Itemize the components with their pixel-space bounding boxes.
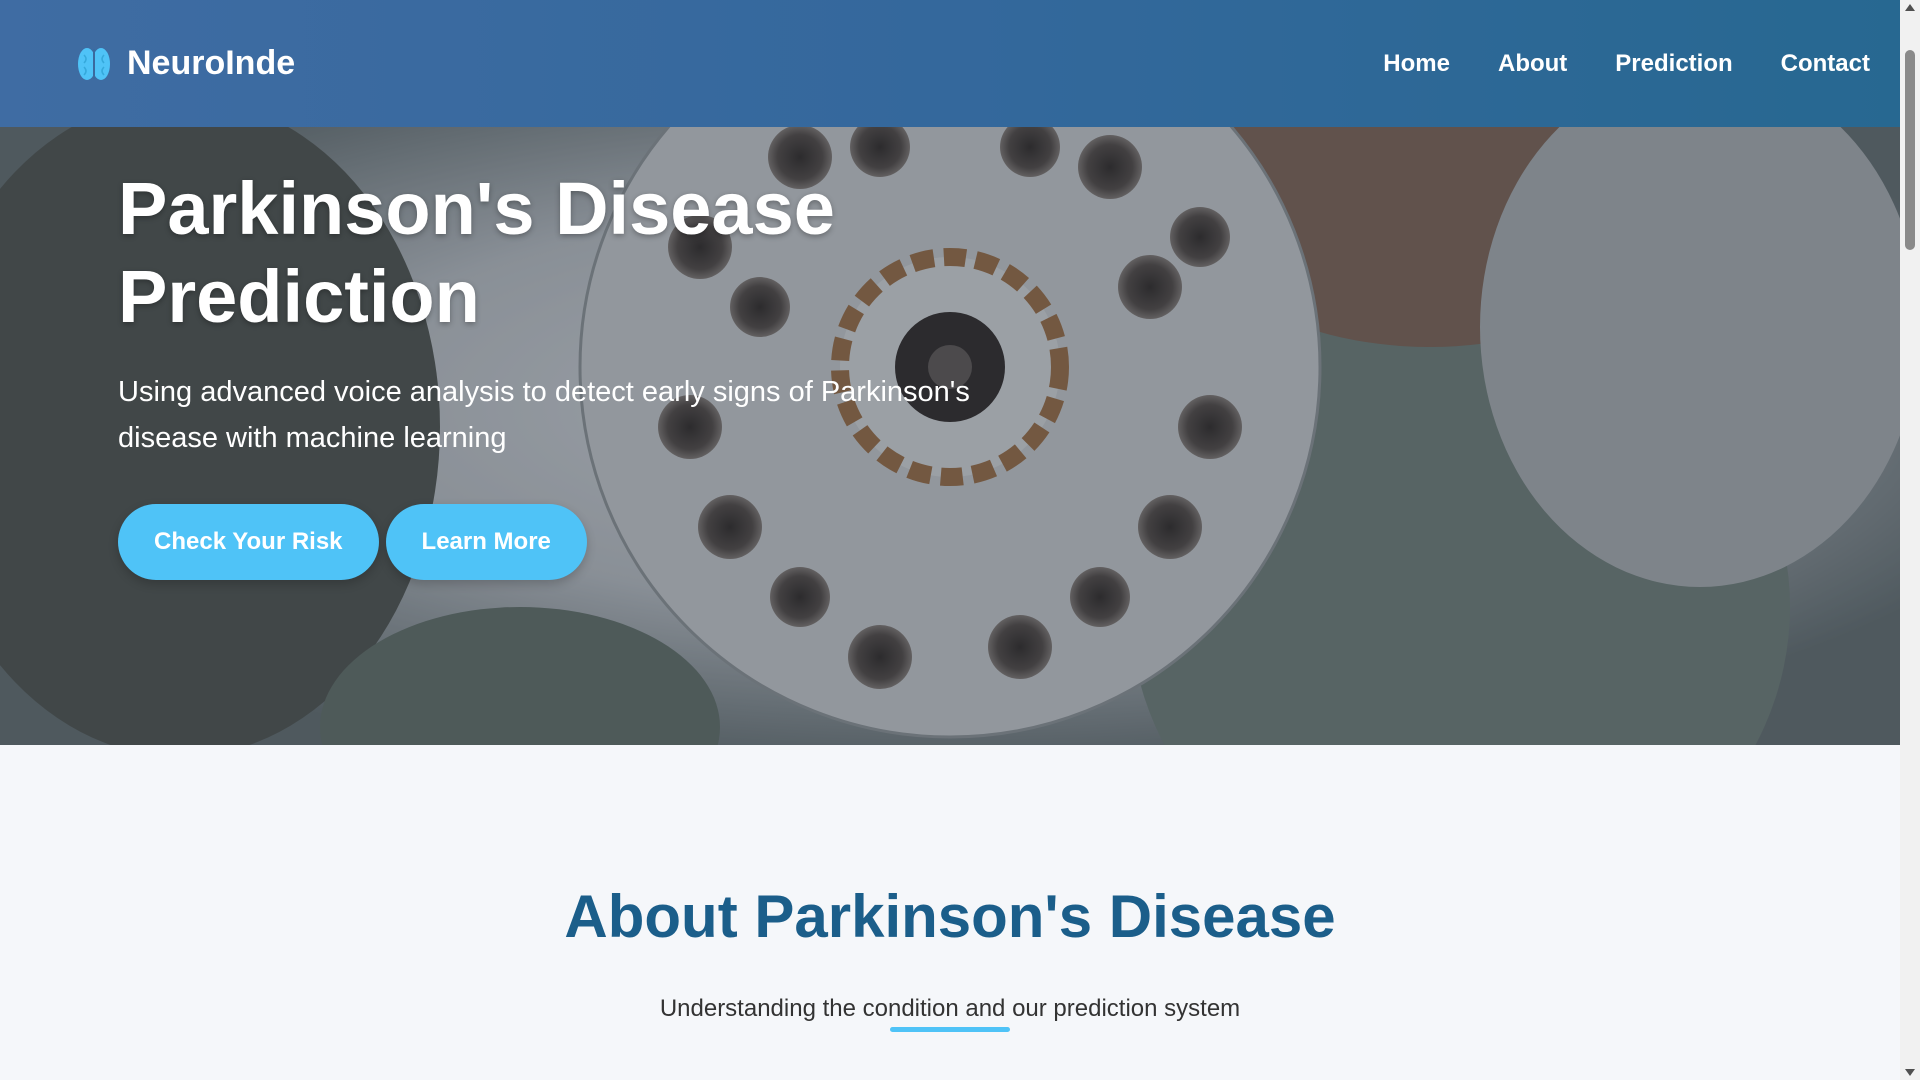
- scroll-up-arrow-icon[interactable]: [1905, 4, 1915, 11]
- hero-buttons: Check Your Risk Learn More: [118, 504, 1018, 580]
- nav-link-about[interactable]: About: [1498, 50, 1567, 78]
- brand-name: NeuroInde: [127, 44, 296, 82]
- nav-link-contact[interactable]: Contact: [1781, 50, 1870, 78]
- about-title-underline: [890, 1027, 1010, 1032]
- vertical-scrollbar[interactable]: [1900, 0, 1920, 1080]
- nav-link-prediction[interactable]: Prediction: [1615, 50, 1732, 78]
- learn-more-button[interactable]: Learn More: [385, 504, 587, 580]
- hero-title-line1: Parkinson's Disease: [118, 167, 835, 250]
- hero-subtitle: Using advanced voice analysis to detect …: [118, 376, 970, 454]
- about-title: About Parkinson's Disease: [564, 883, 1336, 950]
- nav-links: Home About Prediction Contact: [1383, 50, 1870, 78]
- hero-section: Parkinson's Disease Prediction Using adv…: [0, 127, 1900, 745]
- hero-title: Parkinson's Disease Prediction: [118, 165, 1018, 341]
- check-risk-button[interactable]: Check Your Risk: [118, 504, 379, 580]
- page: NeuroInde Home About Prediction Contact: [0, 0, 1920, 1080]
- hero-title-line2: Prediction: [118, 255, 480, 338]
- navbar: NeuroInde Home About Prediction Contact: [0, 0, 1900, 127]
- brain-icon: [75, 45, 113, 83]
- about-subtitle: Understanding the condition and our pred…: [659, 995, 1241, 1022]
- brand[interactable]: NeuroInde: [75, 44, 295, 83]
- scrollbar-thumb[interactable]: [1905, 50, 1915, 250]
- about-section: About Parkinson's Disease Understanding …: [0, 745, 1900, 1080]
- nav-link-home[interactable]: Home: [1383, 50, 1450, 78]
- hero-content: Parkinson's Disease Prediction Using adv…: [118, 165, 1018, 580]
- scroll-down-arrow-icon[interactable]: [1905, 1069, 1915, 1076]
